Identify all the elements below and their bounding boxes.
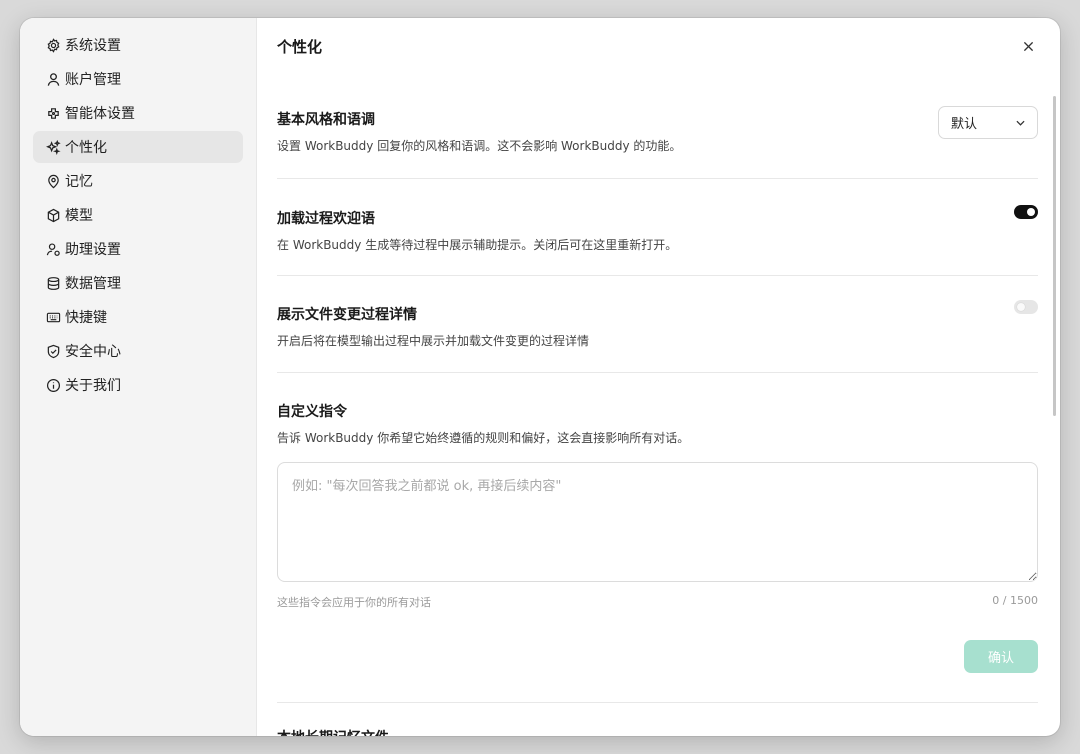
sidebar-item-label: 助理设置 bbox=[65, 242, 121, 258]
sidebar-item-data[interactable]: 数据管理 bbox=[33, 267, 243, 299]
settings-window: 系统设置 账户管理 智能体设置 个性化 记忆 模型 助理设置 数据管理 快捷键 … bbox=[20, 18, 1060, 736]
local-memory-file-section: 本地长期记忆文件 bbox=[277, 703, 1038, 736]
section-title: 本地长期记忆文件 bbox=[277, 727, 1038, 736]
chevron-down-icon bbox=[1016, 120, 1025, 126]
gear-icon bbox=[45, 37, 61, 53]
close-icon bbox=[1023, 41, 1033, 51]
file-change-details-section: 展示文件变更过程详情 开启后将在模型输出过程中展示并加载文件变更的过程详情 bbox=[277, 276, 1038, 373]
page-title: 个性化 bbox=[277, 37, 323, 56]
shield-icon bbox=[45, 343, 61, 359]
instructions-hint: 这些指令会应用于你的所有对话 bbox=[277, 596, 431, 609]
sidebar-item-label: 模型 bbox=[65, 208, 93, 224]
sidebar-item-system-settings[interactable]: 系统设置 bbox=[33, 29, 243, 61]
style-tone-select[interactable]: 默认 bbox=[938, 106, 1038, 139]
sidebar-item-label: 系统设置 bbox=[65, 38, 121, 54]
section-title: 加载过程欢迎语 bbox=[277, 211, 375, 227]
sidebar-item-label: 快捷键 bbox=[65, 310, 107, 326]
sidebar-item-label: 安全中心 bbox=[65, 344, 121, 360]
main-panel: 个性化 基本风格和语调 设置 WorkBuddy 回复你的风格和语调。这不会影响… bbox=[257, 18, 1060, 736]
toggle-knob bbox=[1017, 303, 1025, 311]
sidebar-item-shortcuts[interactable]: 快捷键 bbox=[33, 301, 243, 333]
instructions-hint-row: 这些指令会应用于你的所有对话 0 / 1500 bbox=[277, 594, 1038, 610]
style-tone-section: 基本风格和语调 设置 WorkBuddy 回复你的风格和语调。这不会影响 Wor… bbox=[277, 74, 1038, 179]
assistant-icon bbox=[45, 241, 61, 257]
select-value: 默认 bbox=[951, 117, 978, 132]
sidebar-item-about[interactable]: 关于我们 bbox=[33, 369, 243, 401]
info-icon bbox=[45, 377, 61, 393]
close-button[interactable] bbox=[1018, 36, 1038, 56]
agent-icon bbox=[45, 105, 61, 121]
database-icon bbox=[45, 275, 61, 291]
cube-icon bbox=[45, 207, 61, 223]
section-title: 自定义指令 bbox=[277, 404, 347, 420]
loading-greeting-section: 加载过程欢迎语 在 WorkBuddy 生成等待过程中展示辅助提示。关闭后可在这… bbox=[277, 179, 1038, 276]
section-description: 设置 WorkBuddy 回复你的风格和语调。这不会影响 WorkBuddy 的… bbox=[277, 139, 682, 153]
section-title: 展示文件变更过程详情 bbox=[277, 307, 417, 323]
loading-greeting-toggle[interactable] bbox=[1014, 205, 1038, 219]
keyboard-icon bbox=[45, 309, 61, 325]
section-description: 开启后将在模型输出过程中展示并加载文件变更的过程详情 bbox=[277, 334, 590, 348]
sparkle-icon bbox=[45, 139, 61, 155]
memory-icon bbox=[45, 173, 61, 189]
character-counter: 0 / 1500 bbox=[992, 594, 1038, 607]
sidebar-item-assistant[interactable]: 助理设置 bbox=[33, 233, 243, 265]
sidebar-item-personalization[interactable]: 个性化 bbox=[33, 131, 243, 163]
custom-instructions-field-wrap bbox=[277, 462, 1038, 586]
sidebar-item-security[interactable]: 安全中心 bbox=[33, 335, 243, 367]
sidebar-item-label: 个性化 bbox=[65, 140, 107, 156]
section-title: 基本风格和语调 bbox=[277, 112, 375, 128]
toggle-knob bbox=[1027, 208, 1035, 216]
sidebar-item-memory[interactable]: 记忆 bbox=[33, 165, 243, 197]
sidebar-item-label: 记忆 bbox=[65, 174, 93, 190]
custom-instructions-section: 自定义指令 告诉 WorkBuddy 你希望它始终遵循的规则和偏好，这会直接影响… bbox=[277, 373, 1038, 703]
sidebar-item-agent-settings[interactable]: 智能体设置 bbox=[33, 97, 243, 129]
section-description: 在 WorkBuddy 生成等待过程中展示辅助提示。关闭后可在这里重新打开。 bbox=[277, 238, 678, 252]
confirm-button[interactable]: 确认 bbox=[964, 640, 1038, 673]
sidebar-item-model[interactable]: 模型 bbox=[33, 199, 243, 231]
settings-content: 基本风格和语调 设置 WorkBuddy 回复你的风格和语调。这不会影响 Wor… bbox=[257, 74, 1060, 736]
sidebar-item-label: 账户管理 bbox=[65, 72, 121, 88]
sidebar-item-label: 数据管理 bbox=[65, 276, 121, 292]
file-change-details-toggle[interactable] bbox=[1014, 300, 1038, 314]
user-icon bbox=[45, 71, 61, 87]
section-description: 告诉 WorkBuddy 你希望它始终遵循的规则和偏好，这会直接影响所有对话。 bbox=[277, 431, 690, 445]
scrollbar[interactable] bbox=[1053, 96, 1056, 416]
sidebar: 系统设置 账户管理 智能体设置 个性化 记忆 模型 助理设置 数据管理 快捷键 … bbox=[20, 18, 257, 736]
sidebar-item-label: 智能体设置 bbox=[65, 106, 135, 122]
custom-instructions-input[interactable] bbox=[277, 462, 1038, 582]
sidebar-item-account[interactable]: 账户管理 bbox=[33, 63, 243, 95]
panel-header: 个性化 bbox=[257, 18, 1060, 74]
sidebar-item-label: 关于我们 bbox=[65, 378, 121, 394]
